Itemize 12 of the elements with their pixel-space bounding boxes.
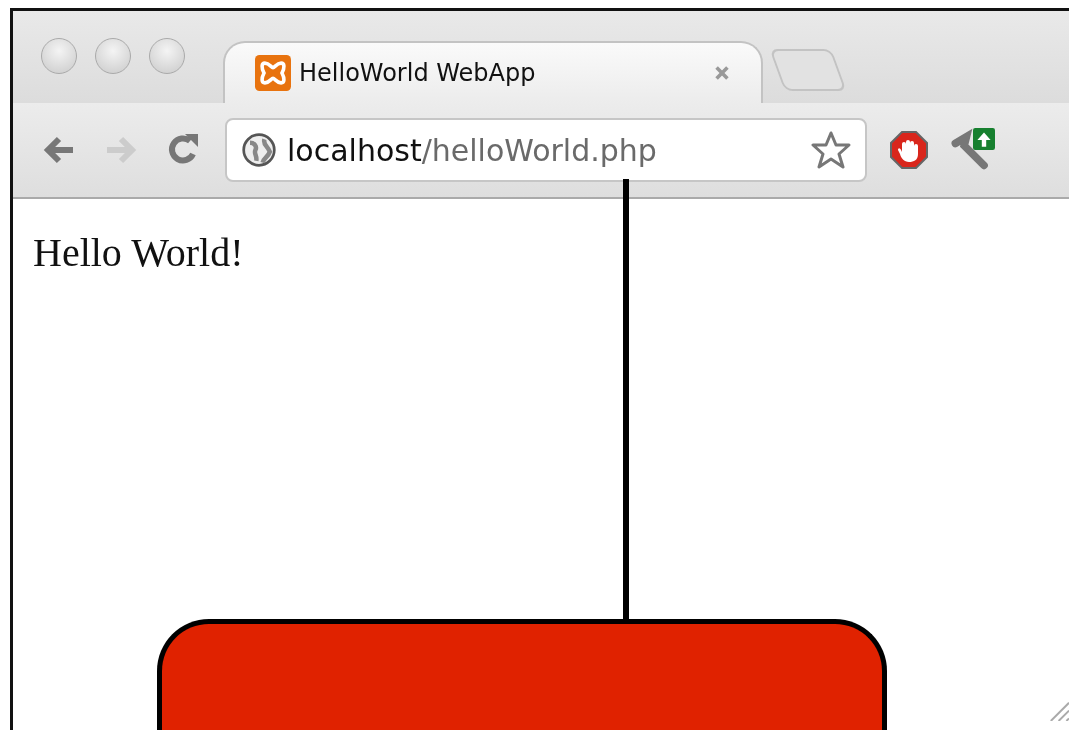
- window-control-button[interactable]: [41, 38, 77, 74]
- page-text: Hello World!: [32, 229, 245, 276]
- browser-tab[interactable]: HelloWorld WebApp: [223, 41, 763, 103]
- star-icon[interactable]: [811, 130, 851, 170]
- stop-hand-icon[interactable]: [889, 130, 929, 170]
- url-text: localhost/helloWorld.php: [287, 132, 658, 168]
- logo-icon: [255, 55, 291, 91]
- tab-title: HelloWorld WebApp: [299, 59, 537, 87]
- window-control-button[interactable]: [95, 38, 131, 74]
- address-bar[interactable]: localhost/helloWorld.php: [225, 118, 867, 182]
- window-control-button[interactable]: [149, 38, 185, 74]
- close-icon[interactable]: [713, 64, 731, 82]
